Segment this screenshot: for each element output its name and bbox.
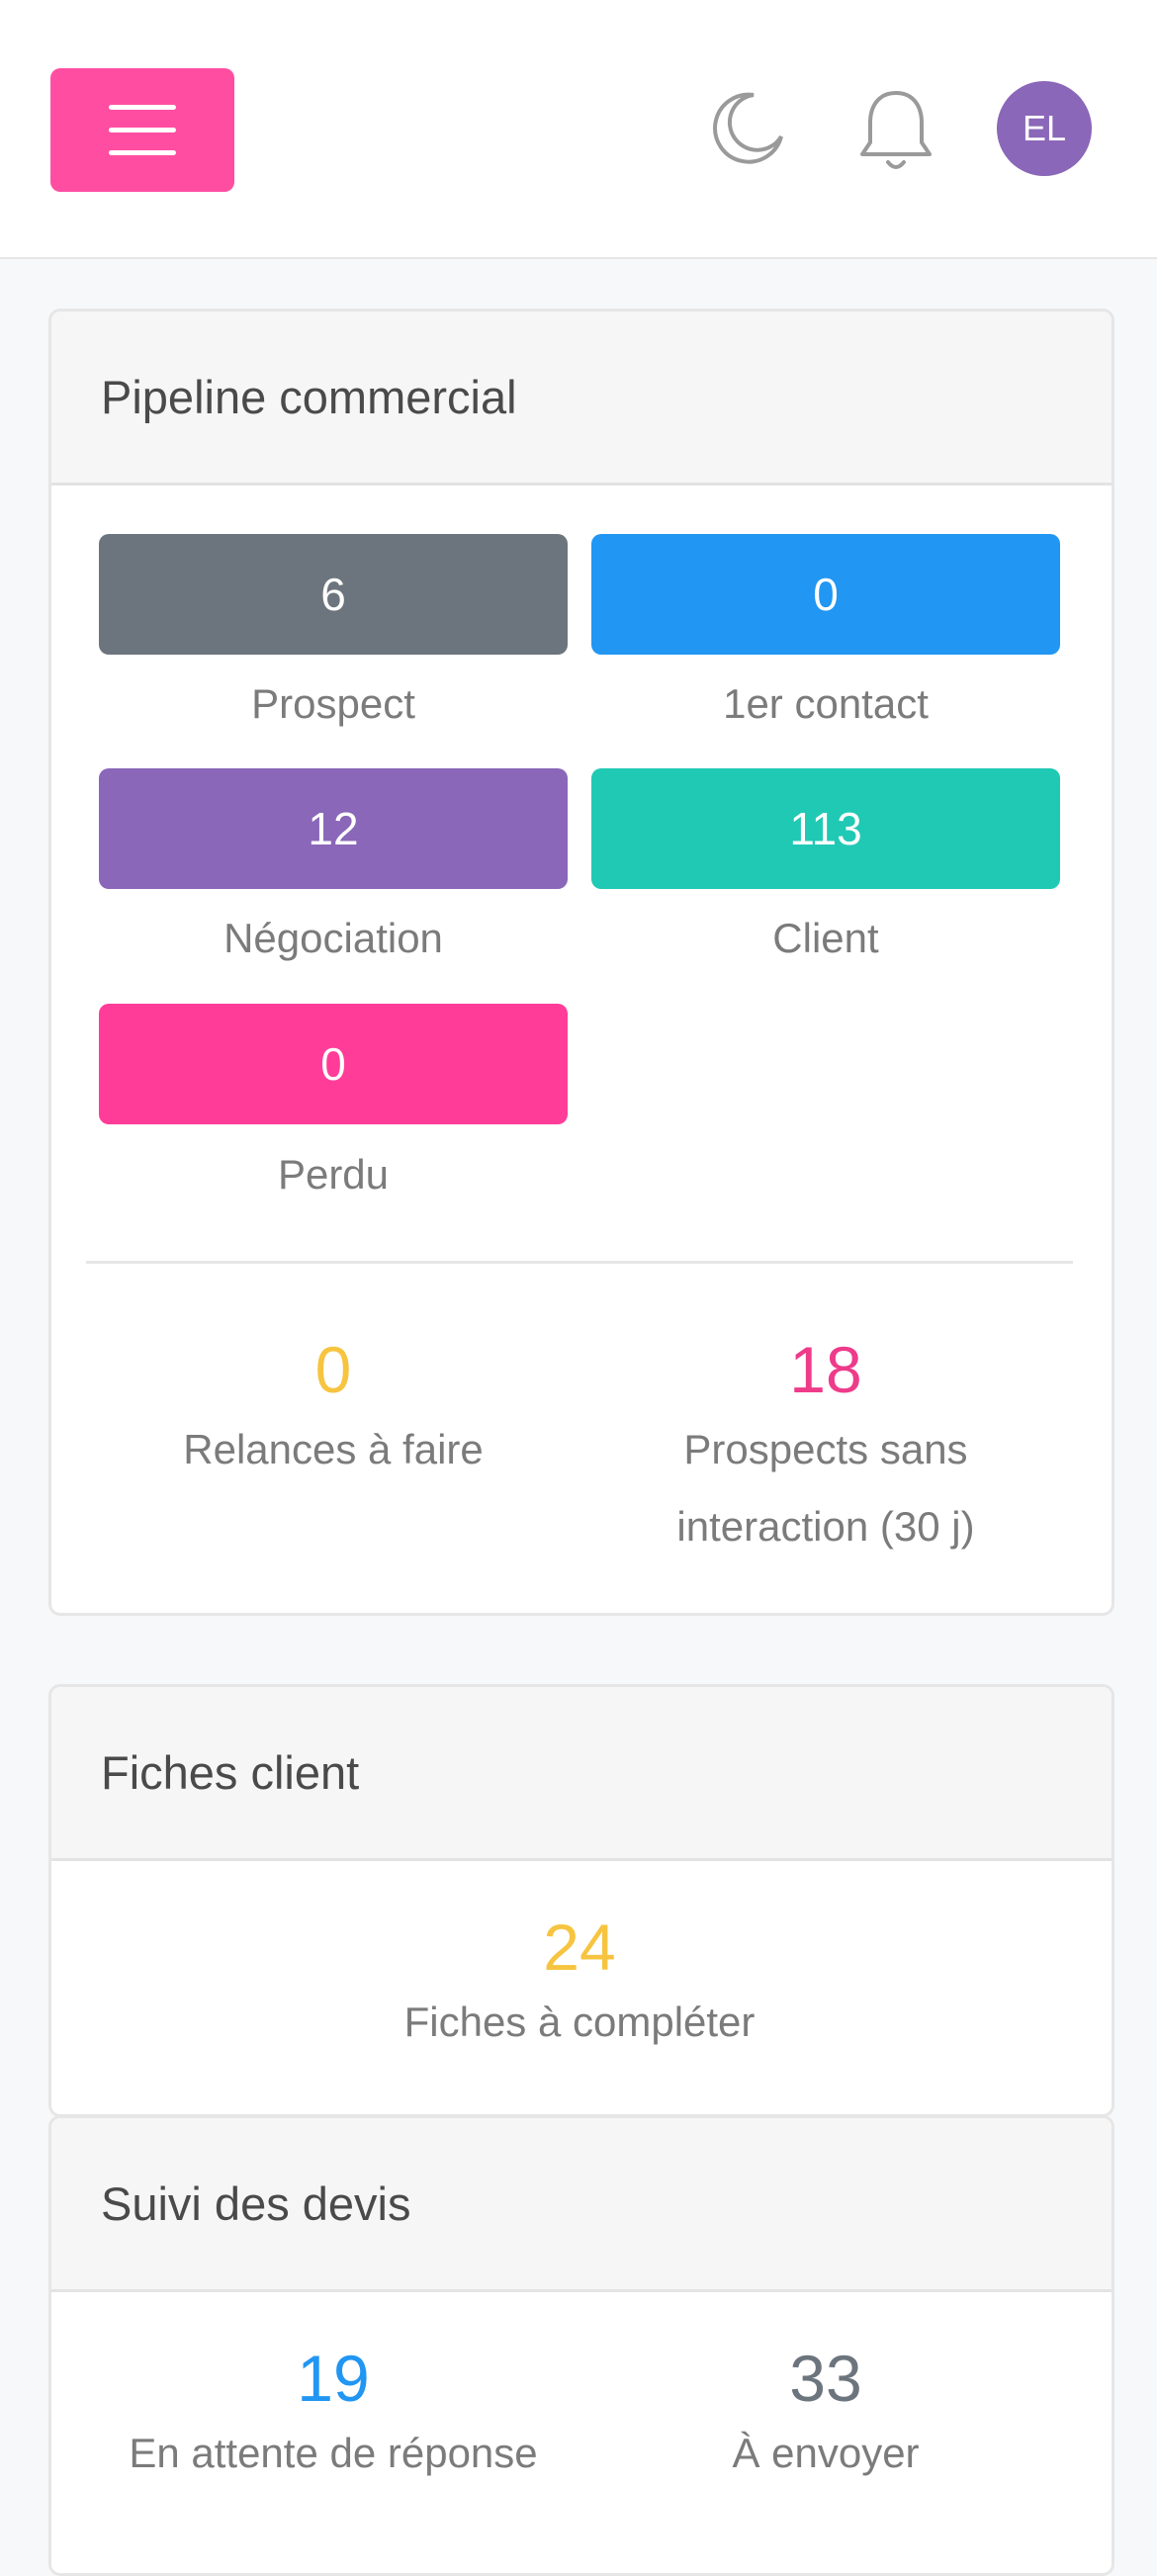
relances-value[interactable]: 0 <box>86 1332 580 1407</box>
stage-prospect-label: Prospect <box>251 680 415 727</box>
menu-button[interactable] <box>50 68 234 192</box>
hamburger-icon <box>109 105 176 110</box>
stage-negociation-label: Négociation <box>223 915 443 961</box>
hamburger-icon-bar <box>109 150 176 155</box>
stage-prospect-count[interactable]: 6 <box>99 534 568 655</box>
sans-interaction-label: Prospects sans interaction (30 j) <box>676 1426 975 1550</box>
suivi-devis-card: Suivi des devis 19 En attente de réponse… <box>48 2115 1114 2576</box>
devis-attente-label: En attente de réponse <box>129 2430 538 2476</box>
fiches-value[interactable]: 24 <box>332 1910 827 1985</box>
suivi-devis-card-title: Suivi des devis <box>51 2118 1112 2292</box>
fiches-client-card: Fiches client 24 Fiches à compléter <box>48 1684 1114 2117</box>
top-navbar: EL <box>0 0 1157 259</box>
devis-envoyer-value[interactable]: 33 <box>578 2341 1073 2416</box>
stage-negociation-count[interactable]: 12 <box>99 768 568 889</box>
stage-client-count[interactable]: 113 <box>591 768 1060 889</box>
fiches-label: Fiches à compléter <box>403 1999 756 2045</box>
user-avatar[interactable]: EL <box>997 81 1092 176</box>
sans-interaction-value[interactable]: 18 <box>578 1332 1073 1407</box>
moon-icon[interactable] <box>704 87 787 170</box>
fiches-client-card-title: Fiches client <box>51 1687 1112 1861</box>
pipeline-divider <box>86 1261 1073 1264</box>
devis-attente-value[interactable]: 19 <box>86 2341 580 2416</box>
relances-label: Relances à faire <box>183 1426 484 1472</box>
pipeline-card-title: Pipeline commercial <box>51 311 1112 486</box>
stage-perdu-count[interactable]: 0 <box>99 1004 568 1124</box>
devis-envoyer-label: À envoyer <box>732 2430 920 2476</box>
stage-perdu-label: Perdu <box>277 1151 390 1198</box>
hamburger-icon-bar <box>109 128 176 133</box>
stage-1er-contact-count[interactable]: 0 <box>591 534 1060 655</box>
stage-client-label: Client <box>772 915 879 961</box>
bell-icon[interactable] <box>854 87 937 174</box>
pipeline-card: Pipeline commercial 6 Prospect 0 1er con… <box>48 309 1114 1616</box>
stage-1er-contact-label: 1er contact <box>723 680 929 727</box>
